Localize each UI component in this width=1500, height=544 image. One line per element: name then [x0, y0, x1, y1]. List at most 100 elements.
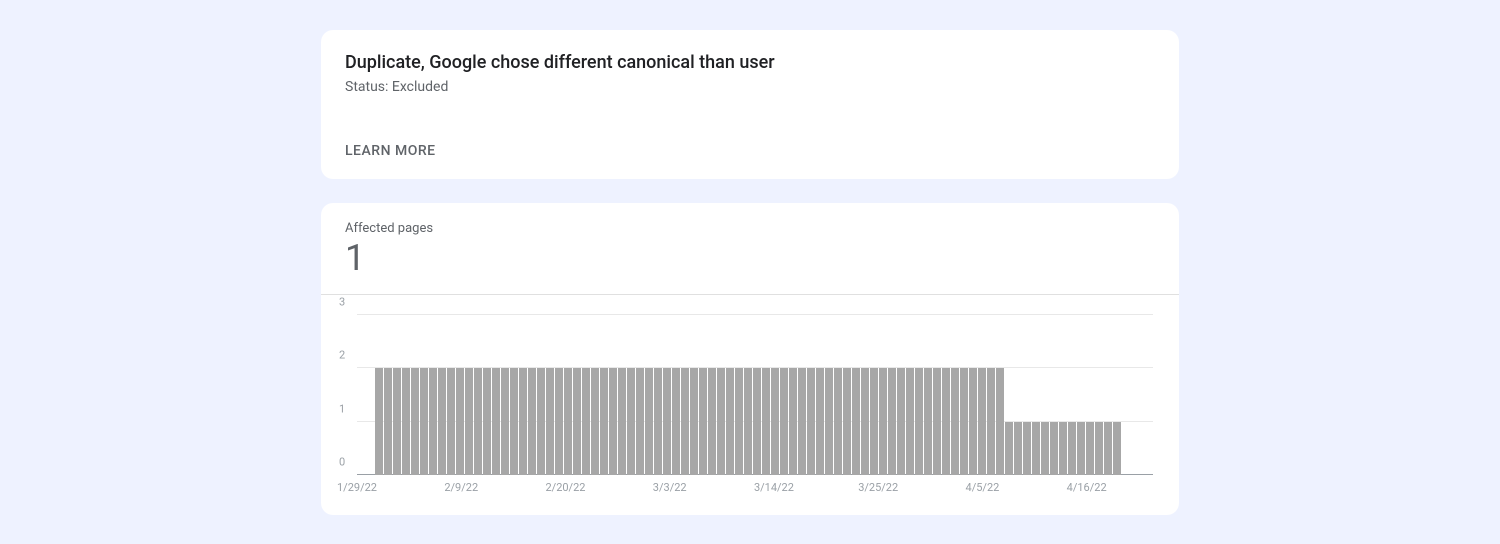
learn-more-button[interactable]: LEARN MORE: [345, 143, 436, 179]
chart-bar: [852, 368, 860, 475]
chart-bar: [1068, 422, 1076, 475]
chart-bar: [942, 368, 950, 475]
chart-bar: [492, 368, 500, 475]
chart-bar: [501, 368, 509, 475]
chart-bar: [627, 368, 635, 475]
chart-x-tick: 3/25/22: [858, 481, 898, 494]
chart-bar: [1113, 422, 1121, 475]
issue-title: Duplicate, Google chose different canoni…: [345, 52, 1155, 73]
affected-pages-card: Affected pages 1 0123 1/29/222/9/222/20/…: [321, 203, 1179, 515]
chart-bar: [1005, 422, 1013, 475]
chart-bar: [969, 368, 977, 475]
chart-bar: [636, 368, 644, 475]
chart-bar: [987, 368, 995, 475]
status-value: Excluded: [392, 79, 448, 95]
chart-bar: [996, 368, 1004, 475]
chart-bar: [870, 368, 878, 475]
chart-x-tick: 2/9/22: [444, 481, 478, 494]
chart-bar: [600, 368, 608, 475]
chart-x-tick: 3/3/22: [653, 481, 687, 494]
chart-bar: [1059, 422, 1067, 475]
chart-y-tick: 0: [339, 456, 345, 469]
chart-x-tick: 2/20/22: [545, 481, 585, 494]
chart-bar: [420, 368, 428, 475]
chart-x-tick: 4/5/22: [966, 481, 1000, 494]
chart-bar: [1023, 422, 1031, 475]
chart-bar: [834, 368, 842, 475]
chart-bars: [357, 315, 1153, 475]
chart-x-tick: 1/29/22: [337, 481, 377, 494]
chart-x-tick: 4/16/22: [1067, 481, 1107, 494]
chart-bar: [762, 368, 770, 475]
chart-bar: [564, 368, 572, 475]
chart-bar: [447, 368, 455, 475]
chart-bar: [771, 368, 779, 475]
chart-bar: [978, 368, 986, 475]
chart-bar: [780, 368, 788, 475]
chart-bar: [618, 368, 626, 475]
chart-bar: [1104, 422, 1112, 475]
chart-bar: [474, 368, 482, 475]
chart-bar: [735, 368, 743, 475]
chart-bar: [393, 368, 401, 475]
chart-bar: [861, 368, 869, 475]
chart-bar: [591, 368, 599, 475]
chart-bar: [663, 368, 671, 475]
chart-bar: [708, 368, 716, 475]
chart-bar: [456, 368, 464, 475]
chart-area: 0123 1/29/222/9/222/20/223/3/223/14/223/…: [331, 295, 1169, 491]
chart-bar: [798, 368, 806, 475]
chart-bar: [825, 368, 833, 475]
chart-bar: [933, 368, 941, 475]
chart-bar: [645, 368, 653, 475]
issue-status-line: Status: Excluded: [345, 79, 1155, 95]
chart-bar: [897, 368, 905, 475]
chart-bar: [690, 368, 698, 475]
chart-bar: [960, 368, 968, 475]
chart-bar: [681, 368, 689, 475]
chart-bar: [1041, 422, 1049, 475]
chart-bar: [519, 368, 527, 475]
chart-bar: [483, 368, 491, 475]
chart-bar: [1014, 422, 1022, 475]
affected-pages-value: 1: [345, 240, 1169, 276]
chart-bar: [384, 368, 392, 475]
chart-bar: [1032, 422, 1040, 475]
chart-bar: [843, 368, 851, 475]
chart-bar: [699, 368, 707, 475]
chart-bar: [465, 368, 473, 475]
chart-bar: [726, 368, 734, 475]
chart-bar: [429, 368, 437, 475]
chart-bar: [510, 368, 518, 475]
chart-bar: [546, 368, 554, 475]
chart-bar: [1077, 422, 1085, 475]
chart-bar: [924, 368, 932, 475]
chart-bar: [753, 368, 761, 475]
chart-bar: [402, 368, 410, 475]
affected-pages-label: Affected pages: [345, 221, 1169, 236]
chart-x-tick: 3/14/22: [754, 481, 794, 494]
chart-bar: [879, 368, 887, 475]
chart-bar: [951, 368, 959, 475]
chart-bar: [807, 368, 815, 475]
chart-y-tick: 2: [339, 349, 345, 362]
chart-bar: [375, 368, 383, 475]
chart-plot: 0123: [357, 315, 1153, 475]
chart-bar: [1095, 422, 1103, 475]
chart-bar: [537, 368, 545, 475]
chart-bar: [672, 368, 680, 475]
chart-bar: [1050, 422, 1058, 475]
chart-bar: [609, 368, 617, 475]
chart-bar: [915, 368, 923, 475]
chart-bar: [816, 368, 824, 475]
chart-y-tick: 3: [339, 296, 345, 309]
chart-bar: [654, 368, 662, 475]
chart-bar: [906, 368, 914, 475]
issue-header-card: Duplicate, Google chose different canoni…: [321, 30, 1179, 179]
chart-y-tick: 1: [339, 402, 345, 415]
status-label: Status:: [345, 79, 392, 95]
chart-bar: [789, 368, 797, 475]
chart-bar: [1086, 422, 1094, 475]
chart-bar: [573, 368, 581, 475]
chart-bar: [528, 368, 536, 475]
